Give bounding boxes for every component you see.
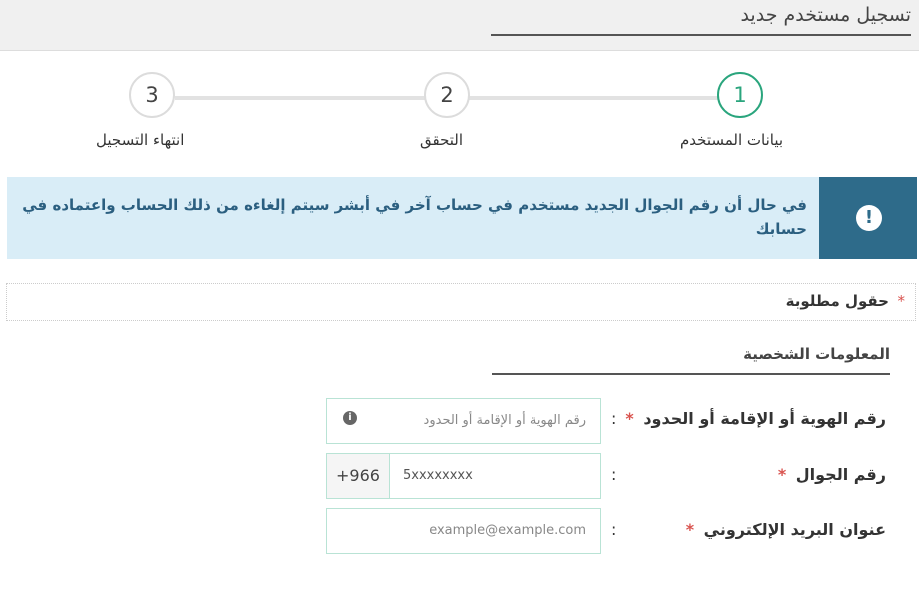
mobile-colon: : xyxy=(611,465,617,484)
id-required-star: * xyxy=(625,409,634,428)
email-colon: : xyxy=(611,520,617,539)
required-fields-text: حقول مطلوبة xyxy=(785,292,889,310)
mobile-input[interactable]: +966 5xxxxxxxx xyxy=(326,453,601,499)
mobile-placeholder: 5xxxxxxxx xyxy=(403,468,473,483)
id-label: رقم الهوية أو الإقامة أو الحدود * xyxy=(625,409,886,428)
step-2-circle: 2 xyxy=(424,72,470,118)
mobile-label: رقم الجوال * xyxy=(778,465,886,484)
id-label-text: رقم الهوية أو الإقامة أو الحدود xyxy=(643,409,886,428)
section-title-text: المعلومات الشخصية xyxy=(743,345,890,363)
step-3-circle: 3 xyxy=(129,72,175,118)
country-code-prefix: +966 xyxy=(327,454,390,498)
page-title-text: تسجيل مستخدم جديد xyxy=(740,4,911,26)
email-label-text: عنوان البريد الإلكتروني xyxy=(703,520,886,539)
id-number-input[interactable]: رقم الهوية أو الإقامة أو الحدود i xyxy=(326,398,601,444)
alert-text: في حال أن رقم الجوال الجديد مستخدم في حس… xyxy=(22,196,807,238)
id-placeholder: رقم الهوية أو الإقامة أو الحدود xyxy=(423,413,586,428)
required-fields-note: * حقول مطلوبة xyxy=(6,283,916,321)
id-colon: : xyxy=(611,409,617,428)
mobile-required-star: * xyxy=(777,465,787,484)
step-3-label: انتهاء التسجيل xyxy=(96,131,185,149)
section-title-personal-info: المعلومات الشخصية xyxy=(492,345,890,375)
registration-panel: 1 بيانات المستخدم 2 التحقق 3 انتهاء التس… xyxy=(0,50,919,604)
info-icon[interactable]: i xyxy=(343,411,357,425)
email-placeholder: example@example.com xyxy=(429,523,586,538)
mobile-label-text: رقم الجوال xyxy=(795,465,886,484)
info-alert: ! في حال أن رقم الجوال الجديد مستخدم في … xyxy=(7,177,917,259)
email-input[interactable]: example@example.com xyxy=(326,508,601,554)
email-label: عنوان البريد الإلكتروني * xyxy=(686,520,886,539)
step-1-circle: 1 xyxy=(717,72,763,118)
alert-icon-box: ! xyxy=(819,177,917,259)
page-title: تسجيل مستخدم جديد xyxy=(491,2,911,36)
step-1-label: بيانات المستخدم xyxy=(680,131,784,149)
required-star: * xyxy=(897,292,906,310)
email-required-star: * xyxy=(685,520,695,539)
step-2-label: التحقق xyxy=(420,131,464,149)
exclamation-icon: ! xyxy=(856,205,882,231)
